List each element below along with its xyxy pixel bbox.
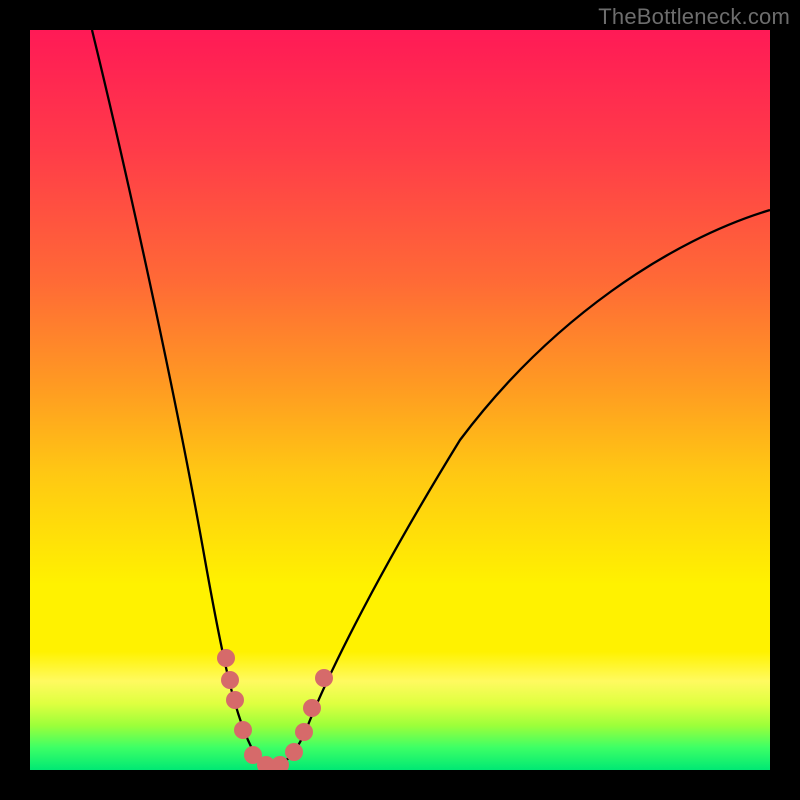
marker-dot [303, 699, 321, 717]
chart-svg [30, 30, 770, 770]
marker-dot [271, 756, 289, 770]
marker-dot [226, 691, 244, 709]
right-branch-curve [275, 210, 770, 765]
valley-markers-group [217, 649, 333, 770]
marker-dot [295, 723, 313, 741]
marker-dot [285, 743, 303, 761]
watermark-text: TheBottleneck.com [598, 4, 790, 30]
chart-frame: TheBottleneck.com [0, 0, 800, 800]
marker-dot [221, 671, 239, 689]
plot-area [30, 30, 770, 770]
marker-dot [217, 649, 235, 667]
left-branch-curve [92, 30, 275, 765]
marker-dot [234, 721, 252, 739]
marker-dot [315, 669, 333, 687]
